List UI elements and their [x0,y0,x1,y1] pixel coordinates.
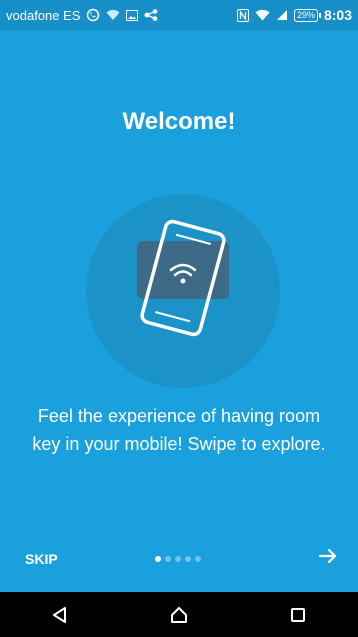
share-icon [144,9,158,21]
onboarding-screen: Welcome! Feel the experience of having r… [0,30,358,592]
page-indicator [155,556,201,562]
page-title: Welcome! [122,108,236,135]
page-dot-4 [185,556,191,562]
recents-button[interactable] [278,600,318,630]
home-button[interactable] [159,600,199,630]
back-button[interactable] [40,600,80,630]
back-triangle-icon [52,606,66,623]
clock: 8:03 [323,7,352,23]
next-button[interactable] [318,546,338,572]
page-dot-2 [165,556,171,562]
onboarding-description: Feel the experience of having room key i… [32,406,326,454]
carrier-name: vodafone ES [6,7,81,23]
recents-square-icon [291,607,306,622]
skip-button[interactable]: SKIP [25,551,58,567]
page-dot-3 [175,556,181,562]
gallery-icon [126,9,139,21]
page-dot-5 [195,556,201,562]
battery-icon: 29% [293,8,321,22]
system-navigation-bar [0,592,358,637]
whatsapp-icon [86,8,100,22]
hero-illustration [86,194,280,388]
wifi-icon [106,9,120,21]
page-dot-1 [155,556,161,562]
cell-signal-icon [276,9,288,21]
pager-bar: SKIP [0,544,358,574]
nfc-icon [236,8,249,22]
arrow-right-icon [318,548,337,564]
wifi-signal-icon [255,9,270,21]
status-bar: vodafone ES 29% 8:03 [0,0,358,30]
phone-wifi-key-icon [137,219,229,337]
home-icon [170,606,187,623]
